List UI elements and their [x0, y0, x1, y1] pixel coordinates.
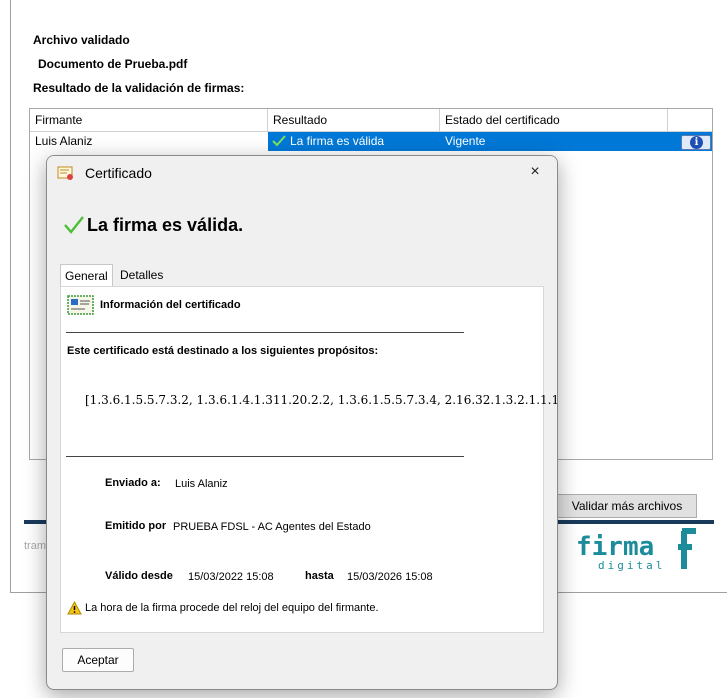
- tab-details[interactable]: Detalles: [116, 264, 167, 286]
- accept-button[interactable]: Aceptar: [62, 648, 134, 672]
- issued-by-value: PRUEBA FDSL - AC Agentes del Estado: [173, 521, 371, 533]
- dialog-title: Certificado: [85, 165, 152, 181]
- until-label: hasta: [305, 570, 334, 582]
- checkmark-icon: [272, 135, 286, 147]
- tab-general[interactable]: General: [60, 264, 113, 287]
- valid-from-label: Válido desde: [105, 570, 173, 582]
- table-header: Firmante Resultado Estado del certificad…: [30, 109, 712, 132]
- column-header-info: [668, 109, 712, 131]
- issued-by-label: Emitido por: [105, 520, 167, 532]
- file-validated-label: Archivo validado: [33, 33, 130, 47]
- signature-valid-headline: La firma es válida.: [87, 215, 244, 235]
- checkmark-icon: [64, 216, 84, 234]
- valid-from-value: 15/03/2022 15:08: [188, 571, 274, 583]
- divider: [66, 456, 464, 457]
- result-heading: Resultado de la validación de firmas:: [33, 81, 245, 95]
- logo-text-top: firma: [576, 532, 654, 562]
- file-name: Documento de Prueba.pdf: [38, 57, 188, 71]
- signer-cell: Luis Alaniz: [35, 134, 93, 148]
- validate-more-button[interactable]: Validar más archivos: [557, 494, 697, 518]
- valid-until-value: 15/03/2026 15:08: [347, 571, 433, 583]
- warning-text: La hora de la firma procede del reloj de…: [85, 602, 379, 614]
- column-header-result[interactable]: Resultado: [268, 109, 440, 131]
- certificate-icon: [57, 166, 73, 180]
- firma-digital-logo: firma digital: [576, 528, 696, 572]
- result-cell: La firma es válida: [268, 132, 440, 151]
- column-header-status[interactable]: Estado del certificado: [440, 109, 668, 131]
- general-panel: Información del certificado Este certifi…: [60, 286, 557, 633]
- certificate-icon: [67, 295, 94, 315]
- purposes-title: Este certificado está destinado a los si…: [67, 345, 379, 357]
- column-header-signer[interactable]: Firmante: [30, 109, 268, 131]
- sent-to-label: Enviado a:: [105, 477, 161, 489]
- result-text: La firma es válida: [290, 134, 385, 148]
- dialog-titlebar: Certificado ×: [47, 156, 557, 192]
- certificate-dialog: Certificado × La firma es válida. Genera…: [46, 155, 558, 690]
- info-button[interactable]: i: [681, 135, 711, 150]
- cert-info-title: Información del certificado: [100, 299, 241, 311]
- divider: [66, 332, 464, 333]
- close-icon[interactable]: ×: [525, 163, 545, 181]
- warning-icon: [67, 601, 82, 615]
- logo-text-bottom: digital: [598, 559, 665, 572]
- table-row[interactable]: Luis Alaniz La firma es válida Vigente i: [30, 132, 712, 151]
- info-icon: i: [690, 136, 703, 149]
- status-cell: Vigente: [440, 132, 668, 151]
- purposes-list: [1.3.6.1.5.5.7.3.2, 1.3.6.1.4.1.311.20.2…: [85, 393, 558, 407]
- sent-to-value: Luis Alaniz: [175, 478, 228, 490]
- footer-text: tram: [24, 540, 46, 552]
